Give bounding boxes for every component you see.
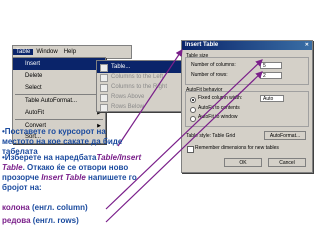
instruction-2: •Изберете на наредбатаTable/Insert Table… [2,153,142,192]
rows-line: редова (енгл. rows) [2,216,79,225]
column-line: колона (енгл. column) [2,203,88,212]
